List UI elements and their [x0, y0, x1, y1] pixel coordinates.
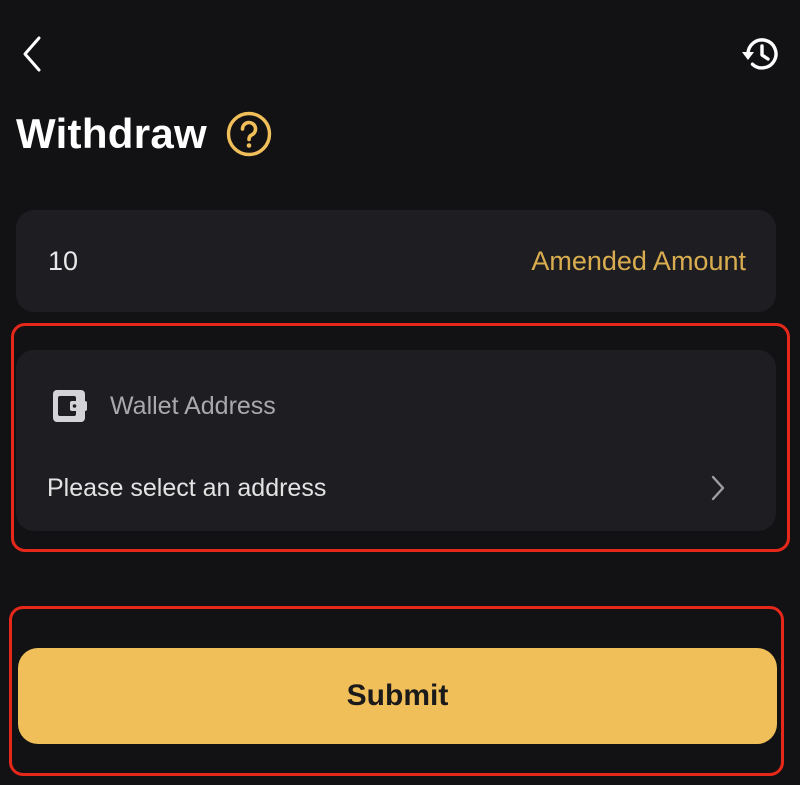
chevron-right-icon [711, 475, 725, 501]
amount-value: 10 [48, 245, 79, 276]
wallet-address-label: Wallet Address [110, 391, 276, 420]
amount-field[interactable]: 10 Amended Amount [16, 210, 776, 312]
history-clock-icon [742, 38, 778, 70]
page-title: Withdraw [16, 110, 208, 157]
help-button[interactable] [225, 110, 273, 158]
question-circle-icon [226, 111, 272, 157]
history-button[interactable] [736, 30, 786, 78]
wallet-address-card: Wallet Address Please select an address [16, 350, 776, 531]
top-bar [0, 0, 800, 100]
submit-button[interactable]: Submit [18, 648, 777, 744]
chevron-left-icon [23, 36, 41, 72]
title-row: Withdraw [16, 106, 273, 162]
back-button[interactable] [12, 30, 52, 78]
wallet-address-header: Wallet Address [52, 388, 276, 424]
amended-amount-link[interactable]: Amended Amount [531, 246, 746, 277]
wallet-icon [53, 390, 87, 422]
address-placeholder: Please select an address [47, 473, 327, 502]
address-selector[interactable]: Please select an address [16, 460, 776, 516]
